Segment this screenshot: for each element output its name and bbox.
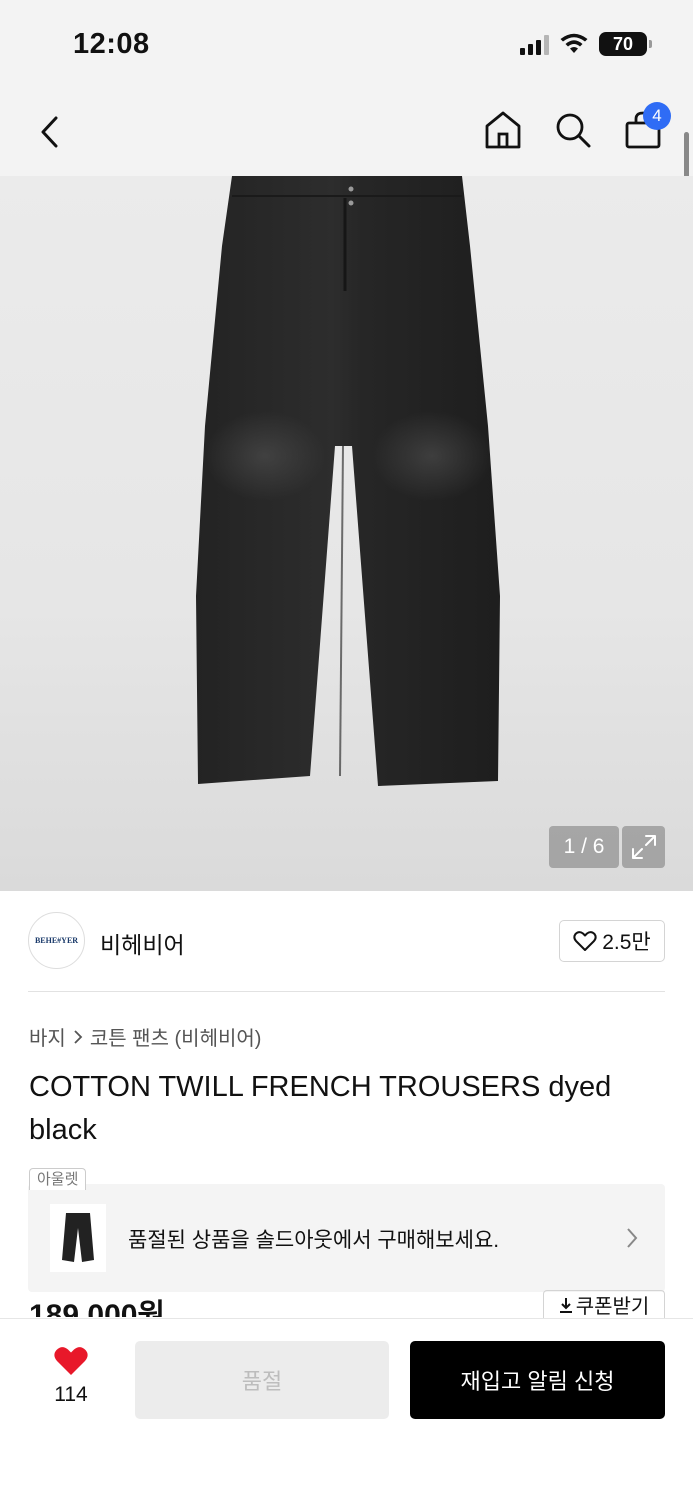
soldout-outlet-banner[interactable]: 품절된 상품을 솔드아웃에서 구매해보세요. <box>28 1184 665 1292</box>
nav-bar: 4 <box>0 90 693 176</box>
status-time: 12:08 <box>73 28 150 60</box>
soldout-button: 품절 <box>135 1341 389 1419</box>
download-icon <box>559 1297 572 1313</box>
chevron-left-icon <box>41 116 58 148</box>
search-button[interactable] <box>553 108 593 152</box>
coupon-label: 쿠폰받기 <box>575 1296 650 1318</box>
brand-logo[interactable]: BEHE#YER <box>28 912 85 969</box>
status-bar: 12:08 70 <box>0 0 693 90</box>
back-button[interactable] <box>30 110 70 154</box>
divider <box>28 991 665 992</box>
battery-icon: 70 <box>599 32 652 56</box>
image-counter: 1 / 6 <box>549 826 619 868</box>
product-photo-trousers <box>196 176 500 786</box>
heart-outline-icon <box>573 931 597 951</box>
expand-image-button[interactable] <box>622 826 665 868</box>
brand-row[interactable]: BEHE#YER 비헤비어 2.5만 <box>28 912 665 970</box>
restock-alert-button[interactable]: 재입고 알림 신청 <box>410 1341 665 1419</box>
outlet-tag: 아울렛 <box>29 1168 87 1190</box>
home-button[interactable] <box>483 108 523 152</box>
product-image-gallery[interactable]: 1 / 6 <box>0 176 693 891</box>
like-button[interactable]: 114 <box>40 1345 102 1407</box>
brand-like-count: 2.5만 <box>602 931 651 954</box>
home-icon <box>485 111 521 149</box>
cellular-signal-icon <box>520 33 549 55</box>
product-price: 189,000원 <box>29 1299 166 1317</box>
bottom-action-bar: 114 품절 재입고 알림 신청 <box>0 1318 693 1500</box>
banner-thumbnail <box>50 1204 106 1272</box>
breadcrumb: 바지 코튼 팬츠 (비헤비어) <box>29 1022 261 1051</box>
cart-button[interactable]: 4 <box>623 102 671 152</box>
chevron-right-icon <box>627 1228 638 1248</box>
breadcrumb-subcategory[interactable]: 코튼 팬츠 (비헤비어) <box>90 1022 262 1051</box>
product-title: COTTON TWILL FRENCH TROUSERS dyed black <box>29 1071 612 1146</box>
cart-count-badge: 4 <box>643 102 671 130</box>
banner-text: 품절된 상품을 솔드아웃에서 구매해보세요. <box>128 1229 500 1252</box>
like-count: 114 <box>54 1383 88 1406</box>
brand-name[interactable]: 비헤비어 <box>100 926 185 960</box>
nav-actions: 4 <box>483 102 671 152</box>
wifi-icon <box>560 33 588 53</box>
coupon-download-button[interactable]: 쿠폰받기 <box>543 1290 665 1318</box>
expand-icon <box>631 835 656 859</box>
search-icon <box>556 113 591 148</box>
trousers-thumbnail-icon <box>62 1213 94 1262</box>
heart-filled-icon <box>54 1347 88 1375</box>
brand-like-button[interactable]: 2.5만 <box>559 920 665 962</box>
status-icons: 70 <box>520 32 652 56</box>
breadcrumb-category[interactable]: 바지 <box>29 1022 66 1051</box>
chevron-right-icon <box>74 1029 83 1044</box>
